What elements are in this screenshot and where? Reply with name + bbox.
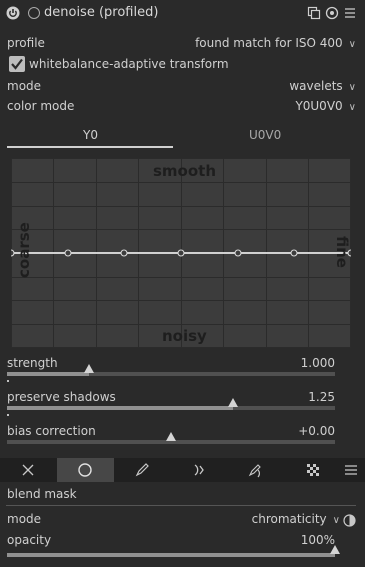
- bias-correction-track[interactable]: [7, 432, 335, 444]
- blend-mask-header: blend mask: [7, 487, 356, 505]
- raster-mask-icon[interactable]: [305, 462, 321, 478]
- chevron-down-icon: ∨: [332, 515, 340, 526]
- whitebalance-label: whitebalance-adaptive transform: [29, 57, 229, 71]
- preserve-shadows-track[interactable]: [7, 398, 335, 410]
- instance-icon[interactable]: [28, 7, 40, 19]
- graph-right-label: fine: [333, 236, 351, 268]
- strength-track[interactable]: [7, 364, 335, 376]
- uniformly-icon[interactable]: [77, 462, 93, 478]
- chevron-down-icon: ∨: [348, 39, 356, 50]
- presets-menu-icon[interactable]: [343, 6, 357, 20]
- drawn-parametric-mask-icon[interactable]: [248, 462, 264, 478]
- channel-tabs: Y0 U0V0: [7, 124, 355, 148]
- bias-correction-slider[interactable]: bias correction +0.00: [7, 424, 335, 454]
- bias-correction-thumb[interactable]: [166, 432, 176, 441]
- profile-value[interactable]: found match for ISO 400 ∨: [195, 36, 356, 50]
- strength-fill: [7, 372, 89, 376]
- bias-correction-label: bias correction: [7, 424, 96, 438]
- curve-node[interactable]: [120, 249, 128, 257]
- blend-mode-value[interactable]: chromaticity ∨: [252, 512, 340, 526]
- strength-slider[interactable]: strength 1.000: [7, 356, 335, 386]
- power-icon[interactable]: [6, 6, 20, 20]
- profile-row[interactable]: profile found match for ISO 400 ∨: [7, 36, 356, 54]
- strength-value: 1.000: [300, 356, 335, 370]
- tab-y0[interactable]: Y0: [83, 128, 98, 142]
- mode-label: mode: [7, 79, 42, 93]
- tab-u0v0[interactable]: U0V0: [249, 128, 281, 142]
- graph-bottom-label: noisy: [162, 327, 207, 345]
- profile-label: profile: [7, 36, 45, 50]
- graph-top-label: smooth: [153, 162, 217, 180]
- bias-correction-value: +0.00: [298, 424, 335, 438]
- color-mode-value[interactable]: Y0U0V0 ∨: [295, 99, 356, 113]
- module-header: denoise (profiled): [0, 0, 365, 27]
- wavelet-curve-graph[interactable]: smooth noisy coarse fine: [11, 158, 351, 348]
- menu-icon[interactable]: [343, 462, 359, 478]
- color-mode-row[interactable]: color mode Y0U0V0 ∨: [7, 99, 356, 117]
- preserve-shadows-slider[interactable]: preserve shadows 1.25: [7, 390, 335, 420]
- strength-default-marker: [7, 380, 9, 382]
- preserve-shadows-value: 1.25: [308, 390, 335, 404]
- opacity-label: opacity: [7, 533, 52, 547]
- whitebalance-checkbox[interactable]: [9, 56, 25, 72]
- active-tab-indicator: [7, 146, 173, 148]
- opacity-track[interactable]: [7, 545, 340, 557]
- preserve-shadows-default-marker: [7, 414, 9, 416]
- curve-node[interactable]: [177, 249, 185, 257]
- curve-node[interactable]: [11, 249, 15, 257]
- mode-row[interactable]: mode wavelets ∨: [7, 79, 356, 97]
- mode-value[interactable]: wavelets ∨: [289, 79, 356, 93]
- strength-label: strength: [7, 356, 58, 370]
- preserve-shadows-fill: [7, 406, 233, 410]
- blend-mode-bar: [0, 458, 365, 482]
- drawn-mask-icon[interactable]: [134, 462, 150, 478]
- curve-node[interactable]: [234, 249, 242, 257]
- preserve-shadows-label: preserve shadows: [7, 390, 116, 404]
- curve-node[interactable]: [64, 249, 72, 257]
- parametric-mask-icon[interactable]: [191, 462, 207, 478]
- opacity-thumb[interactable]: [330, 545, 340, 554]
- opacity-fill: [7, 553, 335, 557]
- multi-instance-icon[interactable]: [307, 6, 321, 20]
- reset-icon[interactable]: [325, 6, 339, 20]
- graph-left-label: coarse: [15, 222, 33, 278]
- check-icon: [11, 58, 23, 70]
- blend-mode-row[interactable]: mode chromaticity ∨: [7, 512, 356, 530]
- curve-node[interactable]: [290, 249, 298, 257]
- strength-thumb[interactable]: [84, 364, 94, 373]
- chevron-down-icon: ∨: [348, 82, 356, 93]
- opacity-slider[interactable]: opacity 100%: [7, 533, 340, 563]
- off-icon[interactable]: [20, 462, 36, 478]
- blend-polarity-icon[interactable]: [343, 514, 356, 527]
- blend-mode-label: mode: [7, 512, 42, 526]
- module-title: denoise (profiled): [44, 5, 159, 20]
- section-divider: [6, 505, 356, 506]
- chevron-down-icon: ∨: [348, 102, 356, 113]
- color-mode-label: color mode: [7, 99, 75, 113]
- preserve-shadows-thumb[interactable]: [228, 398, 238, 407]
- blend-mask-title: blend mask: [7, 487, 77, 501]
- curve-canvas[interactable]: [11, 158, 351, 348]
